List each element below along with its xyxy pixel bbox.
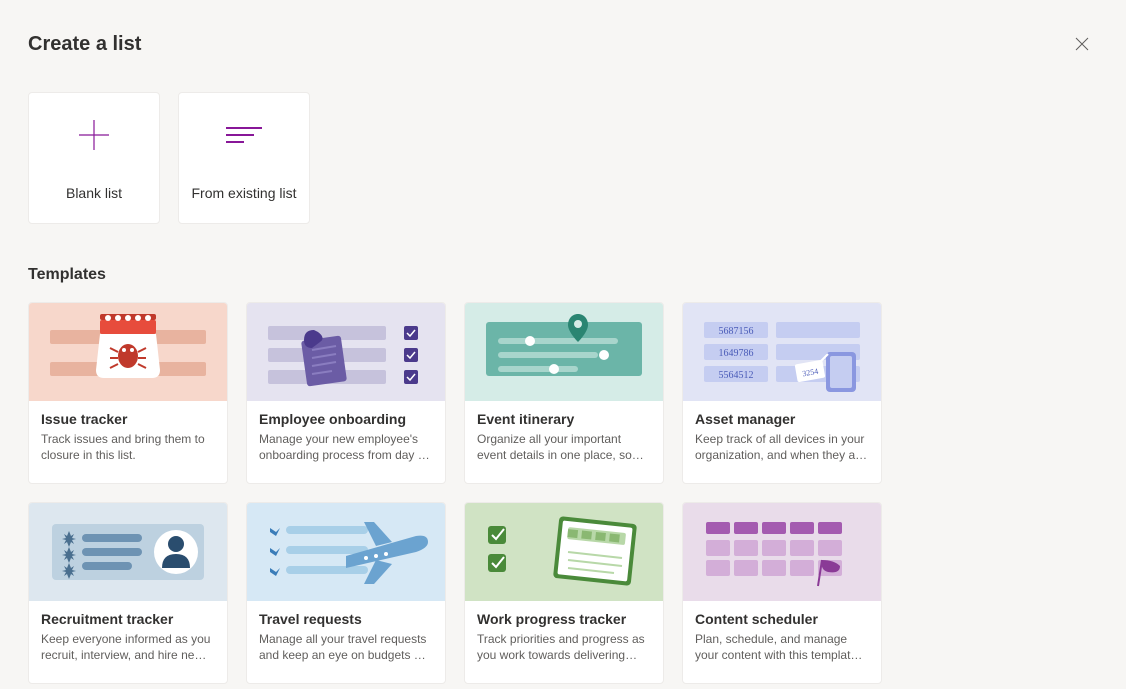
asset-number-2: 1649786 <box>719 348 754 359</box>
template-thumbnail <box>29 503 227 601</box>
template-desc: Keep everyone informed as you recruit, i… <box>41 631 215 663</box>
template-desc: Manage your new employee's onboarding pr… <box>259 431 433 463</box>
content-illustration <box>692 512 872 592</box>
template-thumbnail: 5687156 1649786 5564512 3254 <box>683 303 881 401</box>
template-desc: Track priorities and progress as you wor… <box>477 631 651 663</box>
work-illustration <box>474 512 654 592</box>
template-title: Issue tracker <box>41 411 215 427</box>
list-icon <box>226 115 262 155</box>
blank-list-label: Blank list <box>66 185 122 201</box>
template-desc: Organize all your important event detail… <box>477 431 651 463</box>
page-title: Create a list <box>28 33 141 56</box>
template-thumbnail <box>247 503 445 601</box>
dialog-header: Create a list <box>28 28 1098 60</box>
template-work-progress-tracker[interactable]: Work progress tracker Track priorities a… <box>464 502 664 684</box>
template-desc: Keep track of all devices in your organi… <box>695 431 869 463</box>
issue-illustration <box>38 312 218 392</box>
template-desc: Manage all your travel requests and keep… <box>259 631 433 663</box>
asset-number-1: 5687156 <box>719 326 754 337</box>
template-issue-tracker[interactable]: Issue tracker Track issues and bring the… <box>28 302 228 484</box>
from-existing-label: From existing list <box>191 185 296 201</box>
template-title: Work progress tracker <box>477 611 651 627</box>
template-asset-manager[interactable]: 5687156 1649786 5564512 3254 Asset manag… <box>682 302 882 484</box>
creation-options: Blank list From existing list <box>28 92 1098 224</box>
template-thumbnail <box>683 503 881 601</box>
template-title: Employee onboarding <box>259 411 433 427</box>
onboarding-illustration <box>256 312 436 392</box>
asset-number-3: 5564512 <box>719 370 754 381</box>
close-icon <box>1075 37 1089 51</box>
asset-illustration: 5687156 1649786 5564512 3254 <box>692 312 872 392</box>
template-title: Asset manager <box>695 411 869 427</box>
template-title: Recruitment tracker <box>41 611 215 627</box>
template-employee-onboarding[interactable]: Employee onboarding Manage your new empl… <box>246 302 446 484</box>
template-content-scheduler[interactable]: Content scheduler Plan, schedule, and ma… <box>682 502 882 684</box>
event-illustration <box>474 312 654 392</box>
template-event-itinerary[interactable]: Event itinerary Organize all your import… <box>464 302 664 484</box>
close-button[interactable] <box>1066 28 1098 60</box>
template-desc: Track issues and bring them to closure i… <box>41 431 215 463</box>
template-title: Content scheduler <box>695 611 869 627</box>
travel-illustration <box>256 512 436 592</box>
template-title: Travel requests <box>259 611 433 627</box>
template-thumbnail <box>465 503 663 601</box>
template-thumbnail <box>465 303 663 401</box>
template-title: Event itinerary <box>477 411 651 427</box>
template-desc: Plan, schedule, and manage your content … <box>695 631 869 663</box>
templates-heading: Templates <box>28 266 1098 284</box>
recruit-illustration <box>38 512 218 592</box>
plus-icon <box>77 115 111 155</box>
template-thumbnail <box>29 303 227 401</box>
template-recruitment-tracker[interactable]: Recruitment tracker Keep everyone inform… <box>28 502 228 684</box>
templates-grid: Issue tracker Track issues and bring the… <box>28 302 1098 684</box>
blank-list-option[interactable]: Blank list <box>28 92 160 224</box>
from-existing-list-option[interactable]: From existing list <box>178 92 310 224</box>
template-travel-requests[interactable]: Travel requests Manage all your travel r… <box>246 502 446 684</box>
template-thumbnail <box>247 303 445 401</box>
